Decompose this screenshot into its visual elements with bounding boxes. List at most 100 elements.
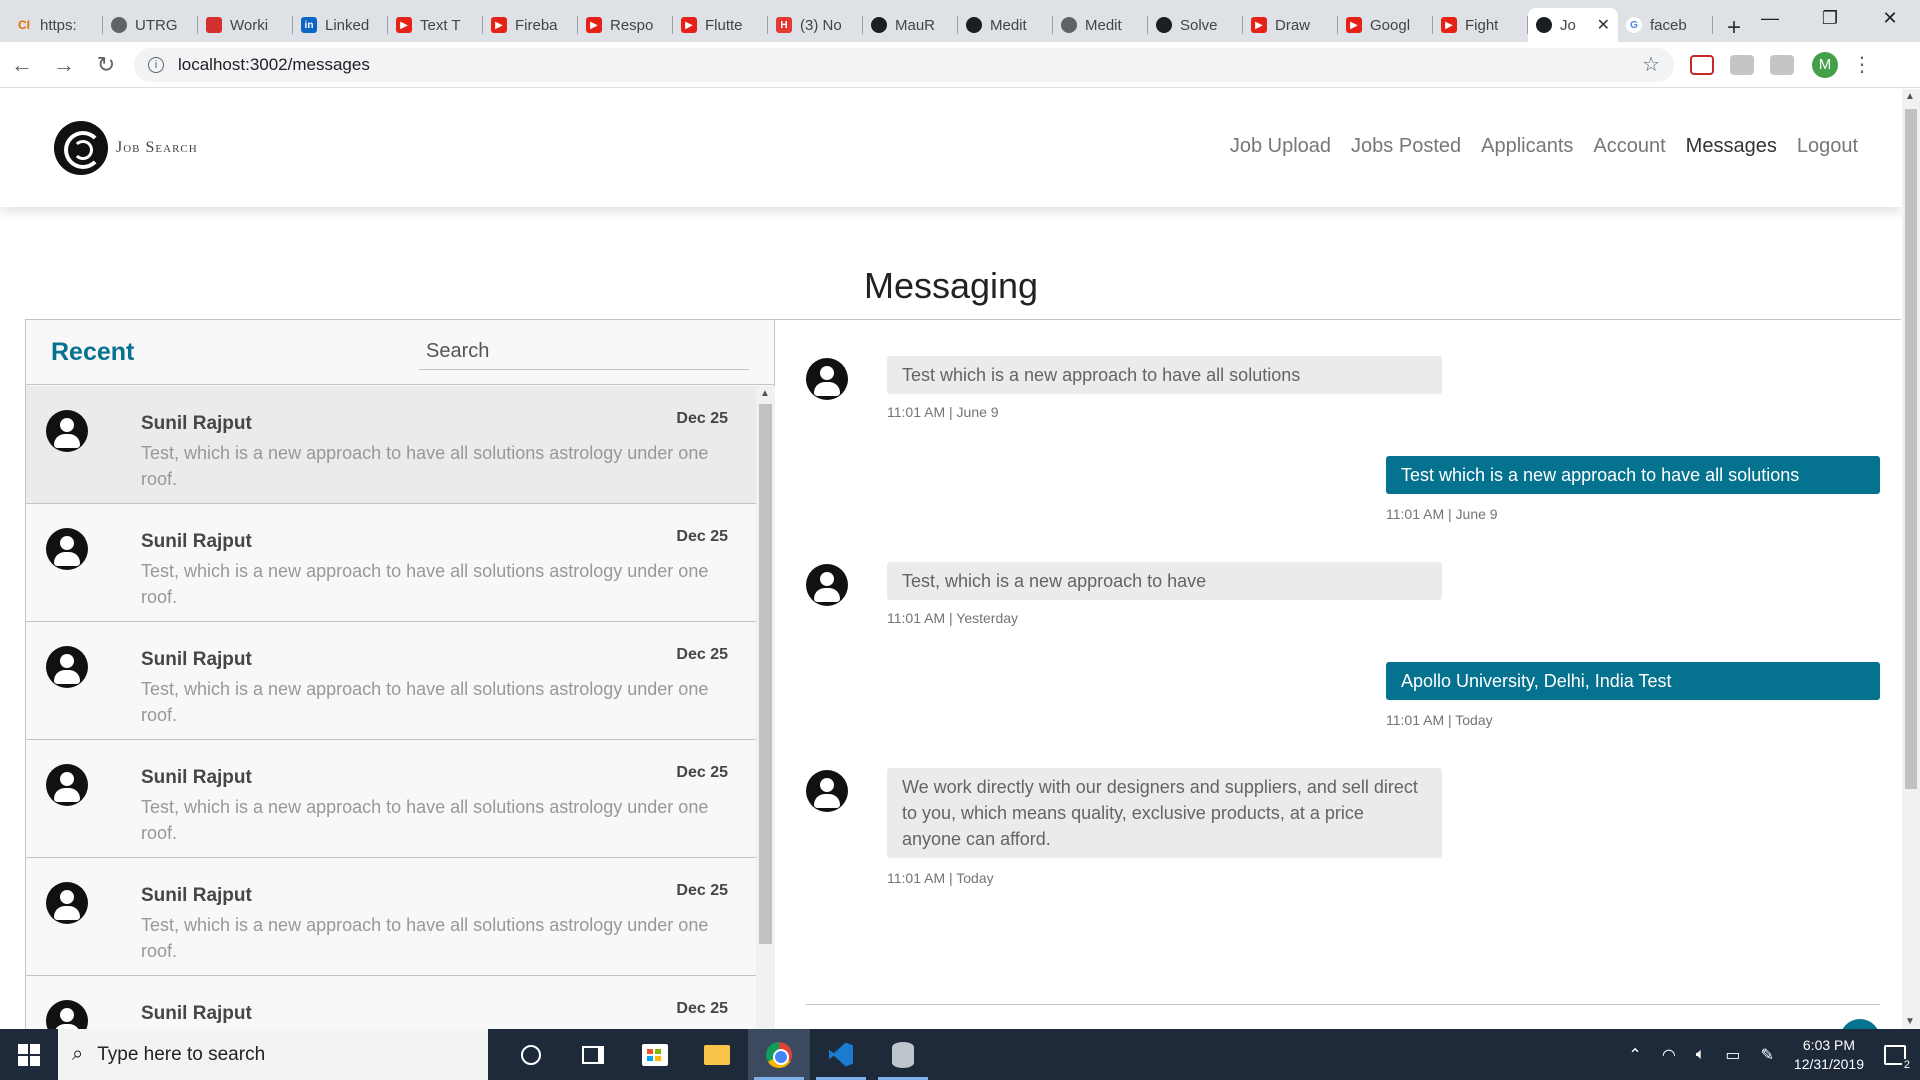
browser-tab[interactable]: Medit [958,8,1053,42]
browser-tab[interactable]: UTRG [103,8,198,42]
tab-title: Medit [1085,16,1122,34]
tab-title: Googl [1370,16,1411,34]
avatar-icon [46,764,88,806]
browser-tab[interactable]: Worki [198,8,293,42]
battery-icon[interactable]: ▭ [1725,1045,1740,1065]
search-input[interactable] [419,334,749,370]
extension-icon-2[interactable] [1770,54,1794,75]
tab-title: MauR [895,16,936,34]
chat-list-item[interactable]: Sunil RajputDec 25Test, which is a new a… [26,622,756,740]
cortana-button[interactable] [500,1029,562,1080]
nav-link-jobs-posted[interactable]: Jobs Posted [1351,135,1461,158]
database-taskbar-button[interactable] [872,1029,934,1080]
chat-date: Dec 25 [676,410,728,427]
chat-list-item[interactable]: Sunil RajputDec 25Test, which is a new a… [26,740,756,858]
reload-button[interactable]: ↻ [86,45,126,85]
browser-tab[interactable]: ▶ Text T [388,8,483,42]
browser-tab[interactable]: Jo ✕ [1528,8,1618,42]
browser-tab[interactable]: ▶ Flutte [673,8,768,42]
browser-tab[interactable]: Medit [1053,8,1148,42]
avatar-icon [46,410,88,452]
chat-name: Sunil Rajput [141,531,252,552]
sender-avatar-icon [806,564,848,606]
new-tab-button[interactable]: + [1727,14,1741,42]
page-scrollbar-thumb[interactable] [1905,109,1917,789]
browser-tab[interactable]: MauR [863,8,958,42]
pocket-extension-icon[interactable] [1690,54,1714,75]
start-button[interactable] [0,1029,58,1080]
close-window-button[interactable]: ✕ [1860,0,1920,36]
pen-icon[interactable]: ✎ [1761,1045,1774,1065]
chat-list-scrollbar[interactable]: ▲ [756,386,775,1029]
browser-tab[interactable]: Gfaceb [1618,8,1713,42]
task-view-button[interactable] [562,1029,624,1080]
chat-name: Sunil Rajput [141,649,252,670]
task-view-icon [582,1045,604,1064]
conversation-panel: Test which is a new approach to have all… [776,320,1902,1029]
google-icon: G [1626,17,1642,33]
volume-icon[interactable]: 🔈︎ [1696,1046,1706,1064]
bookmark-star-icon[interactable]: ☆ [1642,52,1660,77]
close-tab-icon[interactable]: ✕ [1597,15,1610,35]
network-icon[interactable]: ◠ [1662,1045,1676,1065]
scroll-up-arrow-icon[interactable]: ▲ [760,388,770,399]
windows-taskbar: ⌕ Type here to search ⌃ ◠ 🔈︎ ▭ ✎ 6:03 PM… [0,1029,1920,1080]
database-icon [892,1041,914,1068]
show-hidden-icons-icon[interactable]: ⌃ [1628,1045,1641,1065]
back-button[interactable]: ← [2,45,42,85]
sender-avatar-icon [806,358,848,400]
chat-list-item[interactable]: Sunil RajputDec 25Test, which is a new a… [26,386,756,504]
chat-list-item[interactable]: Sunil RajputDec 25Test, which is a new a… [26,858,756,976]
clock[interactable]: 6:03 PM 12/31/2019 [1794,1036,1864,1074]
system-tray: ⌃ ◠ 🔈︎ ▭ ✎ 6:03 PM 12/31/2019 2 [1628,1036,1920,1074]
youtube-icon: ▶ [1346,17,1362,33]
taskbar-search-box[interactable]: ⌕ Type here to search [58,1029,488,1080]
scrollbar-thumb[interactable] [759,404,772,944]
browser-tab[interactable]: ▶ Draw [1243,8,1338,42]
chat-snippet: Test, which is a new approach to have al… [141,679,709,725]
forward-button[interactable]: → [44,45,84,85]
chrome-taskbar-button[interactable] [748,1029,810,1080]
folder-icon [704,1044,730,1065]
address-bar[interactable]: i localhost:3002/messages ☆ [134,47,1674,82]
chat-date: Dec 25 [676,764,728,781]
browser-tab[interactable]: ▶ Fight [1433,8,1528,42]
browser-tab[interactable]: in Linked [293,8,388,42]
nav-link-account[interactable]: Account [1593,135,1665,158]
page-scroll-down-icon[interactable]: ▼ [1905,1016,1915,1027]
extension-icon[interactable] [1730,54,1754,75]
compose-area [806,1004,1880,1029]
chat-list-item[interactable]: Sunil RajputDec 25Test, which is a new a… [26,504,756,622]
browser-tab[interactable]: ▶ Respo [578,8,673,42]
send-button[interactable] [1840,1019,1880,1029]
site-info-icon[interactable]: i [148,56,164,73]
page-scrollbar[interactable]: ▲ ▼ [1902,89,1920,1029]
browser-tab[interactable]: CI https: [8,8,103,42]
minimize-button[interactable]: — [1740,0,1800,36]
message-bubble: Test which is a new approach to have all… [1386,456,1880,494]
browser-tab[interactable]: Solve [1148,8,1243,42]
nav-link-messages[interactable]: Messages [1686,135,1777,158]
chat-list-item[interactable]: Sunil RajputDec 25Test, which is a new a… [26,976,756,1029]
notifications-icon[interactable]: 2 [1884,1044,1912,1071]
store-button[interactable] [624,1029,686,1080]
page-scroll-up-icon[interactable]: ▲ [1905,91,1915,102]
maximize-button[interactable]: ❐ [1800,0,1860,36]
site-logo[interactable]: Job Search [54,121,198,175]
hn-icon: H [776,17,792,33]
nav-link-job-upload[interactable]: Job Upload [1230,135,1331,158]
browser-tab[interactable]: ▶ Googl [1338,8,1433,42]
file-explorer-button[interactable] [686,1029,748,1080]
nav-link-logout[interactable]: Logout [1797,135,1858,158]
chat-name: Sunil Rajput [141,413,252,434]
nav-link-applicants[interactable]: Applicants [1481,135,1573,158]
browser-menu-icon[interactable]: ⋮ [1852,52,1872,77]
tab-list: CI https: UTRG Worki in Linked ▶ Text T ▶ Fireba ▶… [0,0,1713,42]
chat-name: Sunil Rajput [141,767,252,788]
browser-tab[interactable]: ▶ Fireba [483,8,578,42]
github-icon [966,17,982,33]
profile-avatar[interactable]: M [1812,51,1838,78]
tab-title: Text T [420,16,461,34]
vscode-taskbar-button[interactable] [810,1029,872,1080]
browser-tab[interactable]: H (3) No [768,8,863,42]
